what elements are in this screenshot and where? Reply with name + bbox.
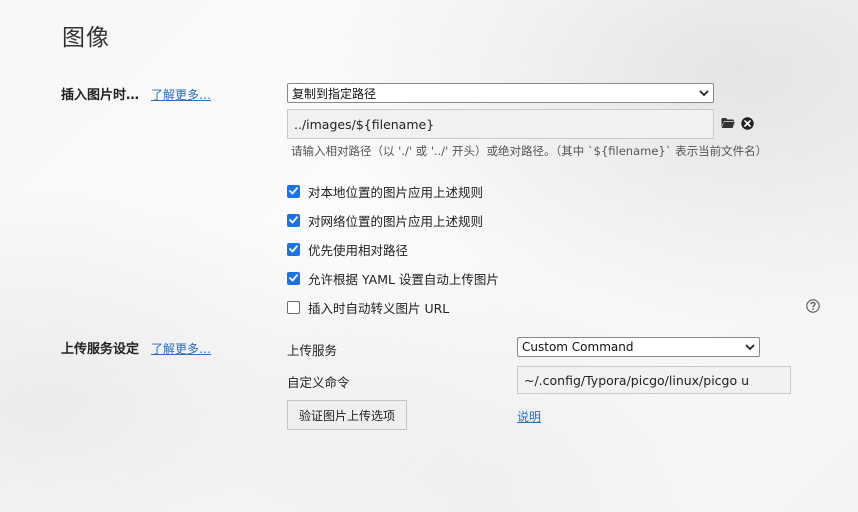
upload-service-select[interactable]: Custom Command [517, 337, 760, 357]
insert-action-select[interactable]: 复制到指定路径 [287, 83, 714, 103]
custom-command-label: 自定义命令 [287, 375, 350, 390]
path-hint-text: 请输入相对路径（以 './' 或 '../' 开头）或绝对路径。（其中 `${f… [291, 144, 768, 158]
option-label-network-images: 对网络位置的图片应用上述规则 [308, 213, 484, 229]
upload-docs-link[interactable]: 说明 [517, 408, 541, 425]
verify-upload-button[interactable]: 验证图片上传选项 [287, 400, 407, 430]
option-checkbox-local-images[interactable] [287, 184, 300, 198]
insert-learn-more-link[interactable]: 了解更多… [151, 86, 211, 103]
chevron-down-icon [699, 88, 709, 98]
upload-service-label: 上传服务 [287, 343, 338, 358]
option-row-yaml-upload[interactable]: 允许根据 YAML 设置自动上传图片 [287, 269, 499, 287]
option-checkbox-yaml-upload[interactable] [287, 271, 300, 285]
page-title: 图像 [62, 25, 110, 51]
option-row-escape-url[interactable]: 插入时自动转义图片 URL [287, 298, 449, 316]
folder-icon[interactable] [721, 117, 735, 133]
option-label-yaml-upload: 允许根据 YAML 设置自动上传图片 [308, 271, 499, 287]
option-row-network-images[interactable]: 对网络位置的图片应用上述规则 [287, 211, 483, 229]
insert-section-label: 插入图片时… [61, 88, 140, 103]
upload-learn-more-link[interactable]: 了解更多… [151, 340, 211, 357]
clear-icon[interactable] [741, 117, 754, 134]
option-row-local-images[interactable]: 对本地位置的图片应用上述规则 [287, 182, 483, 200]
option-checkbox-relative-path[interactable] [287, 242, 300, 256]
option-checkbox-network-images[interactable] [287, 213, 300, 227]
option-row-relative-path[interactable]: 优先使用相对路径 [287, 240, 408, 258]
image-path-input-value: ../images/${filename} [294, 116, 435, 132]
insert-action-select-value: 复制到指定路径 [292, 86, 377, 101]
image-path-input[interactable]: ../images/${filename} [287, 109, 714, 139]
help-icon[interactable] [806, 299, 820, 317]
option-label-escape-url: 插入时自动转义图片 URL [308, 300, 450, 316]
background-decoration [0, 0, 858, 512]
upload-service-select-value: Custom Command [522, 340, 634, 354]
upload-section-label: 上传服务设定 [61, 342, 140, 357]
option-label-local-images: 对本地位置的图片应用上述规则 [308, 184, 484, 200]
option-checkbox-escape-url[interactable] [287, 300, 300, 314]
chevron-down-icon [745, 342, 755, 352]
option-label-relative-path: 优先使用相对路径 [308, 242, 409, 258]
custom-command-input[interactable]: ~/.config/Typora/picgo/linux/picgo u [517, 366, 791, 394]
custom-command-input-value: ~/.config/Typora/picgo/linux/picgo u [524, 372, 750, 388]
